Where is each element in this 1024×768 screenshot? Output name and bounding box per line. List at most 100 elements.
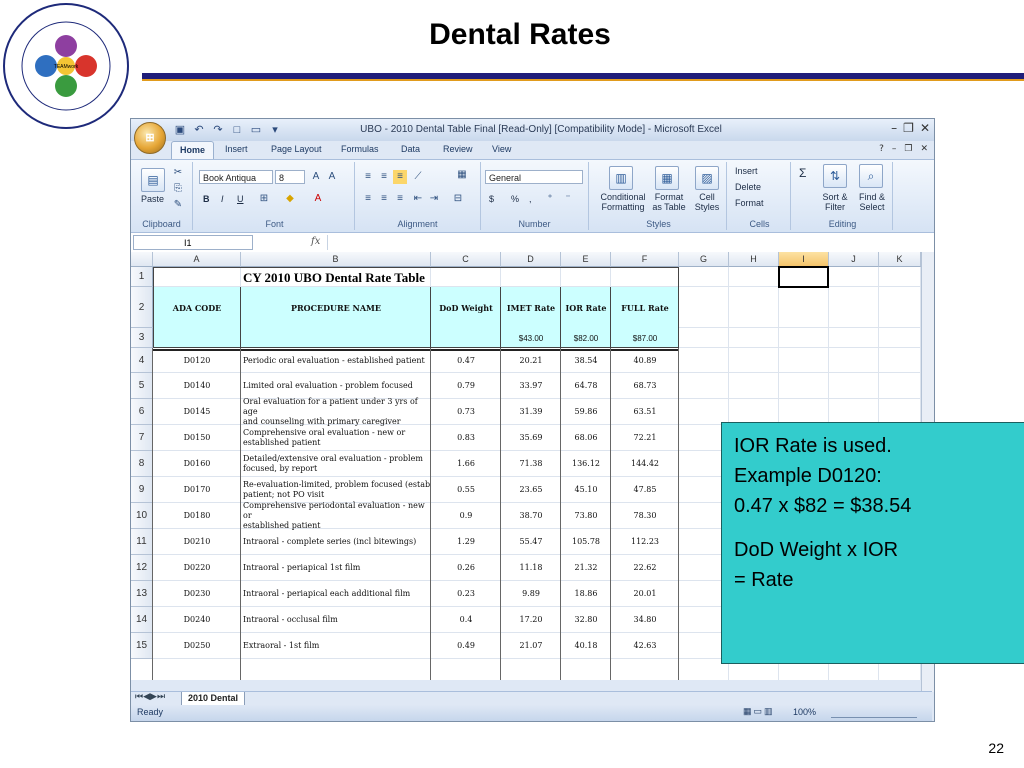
ada-code-cell[interactable]: D0180 [153, 503, 241, 529]
find-select-icon[interactable]: ⌕ [859, 164, 883, 188]
font-family-select[interactable]: Book Antiqua [199, 170, 273, 184]
wrap-text-icon[interactable]: ▦ [455, 168, 469, 182]
imet-rate-cell[interactable]: 33.97 [501, 373, 561, 399]
bold-button[interactable]: B [203, 194, 210, 204]
procedure-name-cell[interactable]: Detailed/extensive oral evaluation - pro… [241, 451, 431, 477]
fill-color-icon[interactable]: ◆ [283, 192, 297, 206]
percent-button[interactable]: % [511, 194, 519, 204]
format-painter-icon[interactable]: ✎ [171, 198, 185, 212]
procedure-name-cell[interactable]: Periodic oral evaluation - established p… [241, 348, 431, 373]
tab-view[interactable]: View [492, 144, 511, 154]
tab-page-layout[interactable]: Page Layout [271, 144, 322, 154]
ior-rate-cell[interactable]: 59.86 [561, 399, 611, 425]
dod-weight-cell[interactable]: 0.9 [431, 503, 501, 529]
row-header-10[interactable]: 10 [131, 503, 153, 529]
procedure-name-cell[interactable]: Intraoral - occlusal film [241, 607, 431, 633]
ada-code-cell[interactable]: D0210 [153, 529, 241, 555]
view-buttons-icon[interactable]: ▦▭▥ [743, 706, 775, 717]
row-header-4[interactable]: 4 [131, 348, 153, 373]
procedure-name-cell[interactable]: Intraoral - periapical each additional f… [241, 581, 431, 607]
zoom-slider[interactable] [831, 707, 917, 718]
ada-code-cell[interactable]: D0230 [153, 581, 241, 607]
imet-rate-cell[interactable]: 35.69 [501, 425, 561, 451]
conditional-formatting-button[interactable]: Conditional Formatting [595, 192, 651, 212]
row-header-1[interactable]: 1 [131, 267, 153, 287]
full-rate-cell[interactable]: 42.63 [611, 633, 679, 659]
cell-styles-icon[interactable]: ▨ [695, 166, 719, 190]
dod-weight-cell[interactable]: 1.66 [431, 451, 501, 477]
ribbon-restore-icon[interactable]: ❐ [904, 144, 912, 154]
full-rate-cell[interactable]: 68.73 [611, 373, 679, 399]
align-middle-icon[interactable]: ≡ [377, 170, 391, 184]
ior-rate-cell[interactable]: 21.32 [561, 555, 611, 581]
tab-review[interactable]: Review [443, 144, 473, 154]
dod-weight-cell[interactable]: 0.73 [431, 399, 501, 425]
imet-rate-cell[interactable]: 71.38 [501, 451, 561, 477]
sort-filter-icon[interactable]: ⇅ [823, 164, 847, 188]
conditional-formatting-icon[interactable]: ▥ [609, 166, 633, 190]
full-rate-cell[interactable]: 78.30 [611, 503, 679, 529]
italic-button[interactable]: I [221, 194, 224, 204]
increase-decimal-icon[interactable]: ⁺ [543, 192, 557, 206]
ada-code-cell[interactable]: D0120 [153, 348, 241, 373]
decrease-indent-icon[interactable]: ⇤ [411, 192, 425, 206]
dod-weight-cell[interactable]: 0.4 [431, 607, 501, 633]
full-rate-cell[interactable]: 20.01 [611, 581, 679, 607]
column-header-g[interactable]: G [679, 252, 729, 267]
row-header-2[interactable]: 2 [131, 287, 153, 328]
tab-home[interactable]: Home [171, 141, 215, 159]
column-header-f[interactable]: F [611, 252, 679, 267]
font-color-icon[interactable]: A [311, 192, 325, 206]
font-size-select[interactable]: 8 [275, 170, 305, 184]
imet-rate-cell[interactable]: 17.20 [501, 607, 561, 633]
select-all-corner[interactable] [131, 252, 153, 267]
ior-rate-cell[interactable]: 18.86 [561, 581, 611, 607]
find-select-button[interactable]: Find & Select [855, 192, 889, 212]
new-document-icon[interactable]: □ [230, 123, 244, 137]
comma-button[interactable]: , [529, 194, 532, 204]
formula-input[interactable] [327, 235, 920, 250]
imet-rate-cell[interactable]: 20.21 [501, 348, 561, 373]
align-center-icon[interactable]: ≡ [377, 192, 391, 206]
open-folder-icon[interactable]: ▭ [249, 123, 263, 137]
zoom-level[interactable]: 100% [793, 707, 816, 717]
paste-button[interactable]: Paste [141, 194, 164, 204]
format-cells-button[interactable]: Format [735, 198, 764, 208]
column-header-k[interactable]: K [879, 252, 921, 267]
column-header-e[interactable]: E [561, 252, 611, 267]
tab-data[interactable]: Data [401, 144, 420, 154]
ada-code-cell[interactable]: D0145 [153, 399, 241, 425]
increase-indent-icon[interactable]: ⇥ [427, 192, 441, 206]
imet-rate-cell[interactable]: 55.47 [501, 529, 561, 555]
ribbon-minimize-icon[interactable]: – [892, 144, 897, 154]
column-header-a[interactable]: A [153, 252, 241, 267]
ior-rate-cell[interactable]: 136.12 [561, 451, 611, 477]
name-box[interactable]: I1 [133, 235, 253, 250]
row-header-6[interactable]: 6 [131, 399, 153, 425]
ada-code-cell[interactable]: D0170 [153, 477, 241, 503]
column-header-d[interactable]: D [501, 252, 561, 267]
ior-rate-cell[interactable]: 105.78 [561, 529, 611, 555]
format-as-table-icon[interactable]: ▦ [655, 166, 679, 190]
cut-icon[interactable]: ✂ [171, 166, 185, 180]
row-header-14[interactable]: 14 [131, 607, 153, 633]
ada-code-cell[interactable]: D0220 [153, 555, 241, 581]
full-rate-cell[interactable]: 40.89 [611, 348, 679, 373]
align-right-icon[interactable]: ≡ [393, 192, 407, 206]
column-header-i[interactable]: I [779, 252, 829, 267]
office-button[interactable]: ⊞ [134, 122, 166, 154]
ior-rate-cell[interactable]: 45.10 [561, 477, 611, 503]
close-icon[interactable]: ✕ [920, 121, 930, 135]
customize-toolbar-icon[interactable]: ▾ [268, 123, 282, 137]
minimize-icon[interactable]: – [891, 121, 897, 135]
ior-rate-cell[interactable]: 32.80 [561, 607, 611, 633]
row-header-8[interactable]: 8 [131, 451, 153, 477]
row-header-7[interactable]: 7 [131, 425, 153, 451]
save-icon[interactable]: ▣ [173, 123, 187, 137]
align-bottom-icon[interactable]: ≡ [393, 170, 407, 184]
full-rate-cell[interactable]: 22.62 [611, 555, 679, 581]
full-rate-cell[interactable]: 47.85 [611, 477, 679, 503]
active-cell-cursor[interactable] [778, 266, 829, 288]
ior-rate-cell[interactable]: 73.80 [561, 503, 611, 529]
tab-insert[interactable]: Insert [225, 144, 248, 154]
